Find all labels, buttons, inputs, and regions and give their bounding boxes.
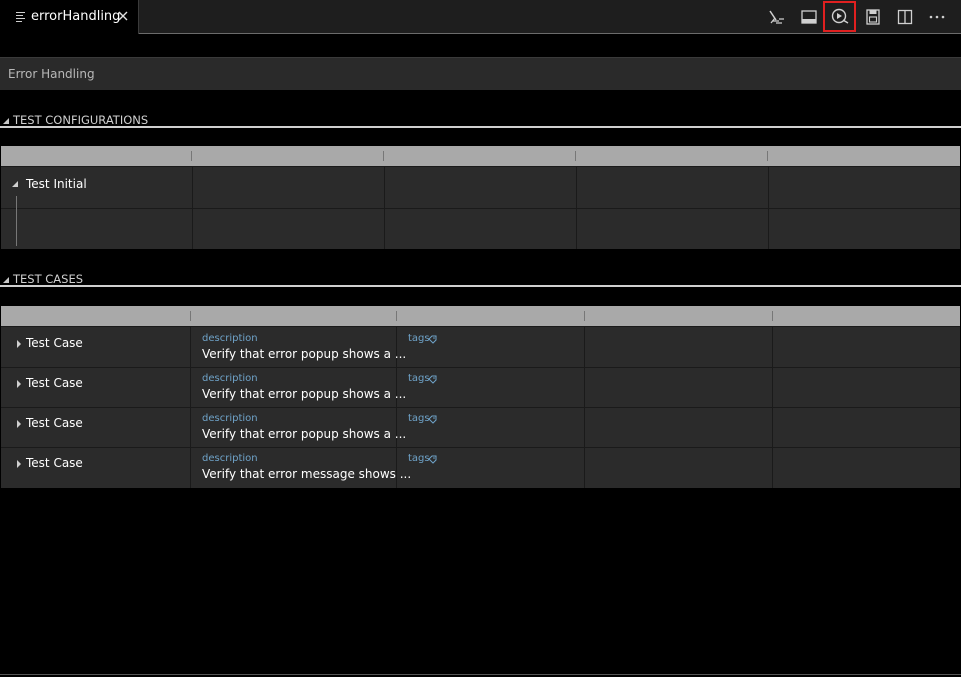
column-separator <box>584 311 585 321</box>
divider <box>0 285 961 287</box>
save-icon[interactable] <box>862 6 884 28</box>
cleanup-icon[interactable] <box>766 6 788 28</box>
row-label: Test Case <box>26 376 83 390</box>
table-header <box>1 306 960 326</box>
tags-key: tags <box>408 333 430 344</box>
document-title-bar: Error Handling <box>0 57 961 90</box>
highlight-box <box>823 1 856 32</box>
section-test-cases[interactable]: TEST CASES <box>0 272 961 288</box>
column-separator <box>190 311 191 321</box>
section-test-configurations[interactable]: TEST CONFIGURATIONS <box>0 113 961 129</box>
description-key: description <box>202 333 258 344</box>
section-label: TEST CONFIGURATIONS <box>13 113 149 127</box>
tag-icon[interactable] <box>428 375 437 384</box>
split-editor-icon[interactable] <box>894 6 916 28</box>
tag-icon[interactable] <box>428 335 437 344</box>
tab-errorhandling[interactable]: errorHandling <box>0 0 139 34</box>
description-value[interactable]: Verify that error popup shows a ... <box>202 347 406 361</box>
tag-icon[interactable] <box>428 455 437 464</box>
file-lines-icon <box>16 12 26 22</box>
collapse-triangle-icon[interactable] <box>3 277 9 283</box>
expand-arrow-icon[interactable] <box>17 340 21 348</box>
cases-table: Test Case description Verify that error … <box>1 306 960 488</box>
table-header <box>1 146 960 166</box>
collapse-triangle-icon[interactable] <box>3 118 9 124</box>
row-label: Test Case <box>26 416 83 430</box>
column-separator <box>575 151 576 161</box>
row-line <box>1 447 960 448</box>
bottom-divider <box>0 674 961 675</box>
description-key: description <box>202 413 258 424</box>
tags-key: tags <box>408 413 430 424</box>
expand-arrow-icon[interactable] <box>17 460 21 468</box>
close-icon[interactable] <box>116 9 130 23</box>
column-separator <box>772 311 773 321</box>
description-key: description <box>202 453 258 464</box>
tag-icon[interactable] <box>428 415 437 424</box>
tags-key: tags <box>408 453 430 464</box>
description-value[interactable]: Verify that error message shows ... <box>202 467 411 481</box>
tags-key: tags <box>408 373 430 384</box>
row-line <box>1 367 960 368</box>
column-separator <box>191 151 192 161</box>
editor-tab-bar: errorHandling <box>0 0 961 34</box>
expand-arrow-icon[interactable] <box>17 420 21 428</box>
expand-triangle-icon[interactable] <box>12 181 18 187</box>
configurations-table: Test Initial <box>1 146 960 249</box>
description-value[interactable]: Verify that error popup shows a ... <box>202 387 406 401</box>
row-label: Test Case <box>26 456 83 470</box>
divider <box>0 126 961 128</box>
description-key: description <box>202 373 258 384</box>
tree-guide <box>16 196 17 246</box>
row-line <box>1 208 960 209</box>
column-separator <box>396 311 397 321</box>
description-value[interactable]: Verify that error popup shows a ... <box>202 427 406 441</box>
column-separator <box>383 151 384 161</box>
row-line <box>1 166 960 167</box>
document-title: Error Handling <box>8 67 95 81</box>
row-line <box>1 407 960 408</box>
tab-label: errorHandling <box>31 9 121 24</box>
row-line <box>1 326 960 327</box>
row-label: Test Case <box>26 336 83 350</box>
expand-arrow-icon[interactable] <box>17 380 21 388</box>
more-actions-icon[interactable] <box>926 6 948 28</box>
row-label: Test Initial <box>26 177 87 191</box>
column-separator <box>767 151 768 161</box>
section-label: TEST CASES <box>13 272 84 286</box>
panel-icon[interactable] <box>798 6 820 28</box>
